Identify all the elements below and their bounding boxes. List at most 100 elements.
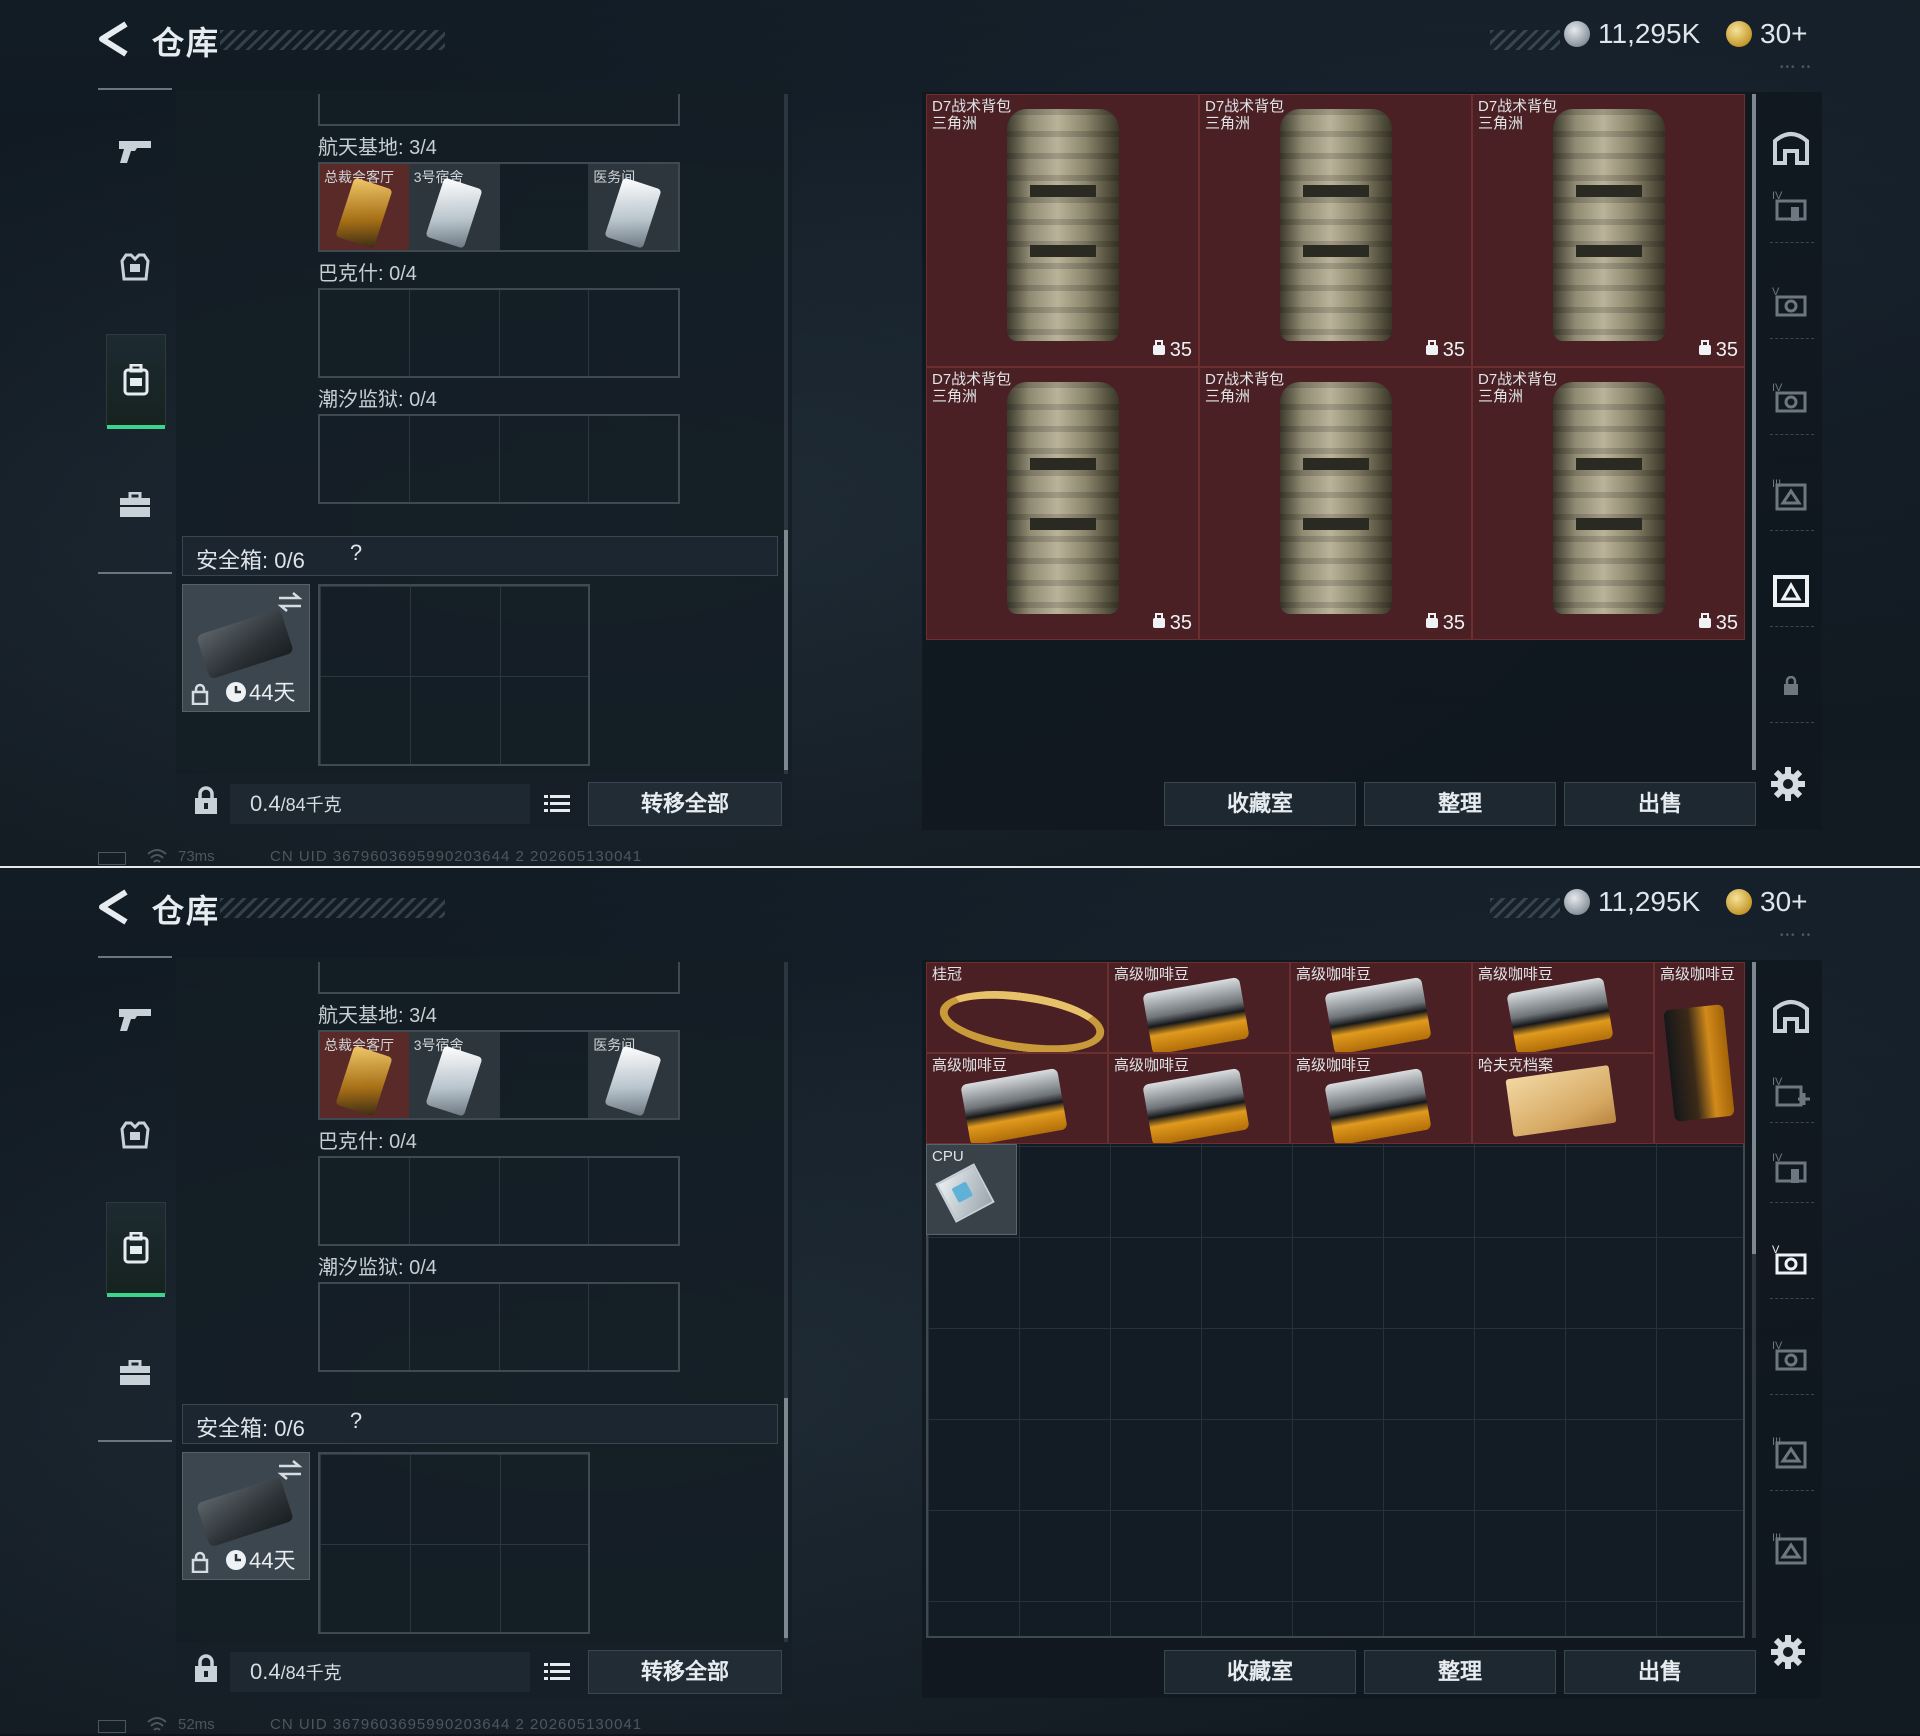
nav-backpack[interactable] [106, 1202, 166, 1297]
keycard-slot-empty[interactable] [500, 1032, 590, 1118]
safebox-grid[interactable] [318, 584, 590, 766]
keycard-slot[interactable]: 医务间 [589, 164, 678, 250]
stash-tab-2[interactable] [1762, 562, 1820, 618]
backpack-strap [1575, 458, 1642, 470]
stash-tab-2[interactable]: III [1762, 1520, 1820, 1576]
stash-scrollbar-thumb[interactable] [1752, 962, 1756, 1254]
list-view-button[interactable] [540, 1656, 574, 1688]
stash-tab-home[interactable] [1762, 986, 1820, 1042]
keycard-slot-empty[interactable] [500, 164, 590, 250]
stash-tab-home[interactable] [1762, 118, 1820, 174]
keycard-slot[interactable]: 医务间 [589, 1032, 678, 1118]
safebox-item[interactable]: 44天 [182, 584, 310, 712]
lock-icon[interactable] [192, 786, 220, 816]
stash-item-coffee[interactable]: 高级咖啡豆 [926, 1053, 1108, 1144]
sort-button[interactable]: 整理 [1364, 1650, 1556, 1694]
keycard-slot-empty[interactable] [500, 1158, 590, 1244]
item-name: D7战术背包 [1478, 371, 1558, 388]
back-arrow-icon[interactable] [96, 888, 130, 926]
sell-button[interactable]: 出售 [1564, 782, 1756, 826]
list-view-button[interactable] [540, 788, 574, 820]
keycard-slot[interactable]: 3号宿舍 [409, 1032, 500, 1118]
stash-item-coffee[interactable]: 高级咖啡豆 [1108, 962, 1290, 1053]
stash-item-crown[interactable]: 桂冠 [926, 962, 1108, 1053]
loadout-scrollbar-thumb[interactable] [784, 530, 788, 770]
stash-item-backpack[interactable]: D7战术背包 三角洲 35 [1472, 367, 1745, 640]
nav-containers[interactable] [106, 1328, 164, 1418]
sort-button[interactable]: 整理 [1364, 782, 1556, 826]
stash-tab-3[interactable]: III [1762, 466, 1820, 522]
keycard-slot-empty[interactable] [320, 416, 410, 502]
keycard-slot-empty[interactable] [500, 1284, 590, 1370]
item-capacity: 35 [1425, 339, 1465, 362]
keycard-slot-empty[interactable] [320, 1158, 410, 1244]
stash-scrollbar-thumb[interactable] [1752, 94, 1756, 770]
settings-gear-icon[interactable] [1770, 1634, 1806, 1670]
safebox-help-button[interactable]: ? [342, 540, 370, 568]
stash-tab-locked[interactable] [1762, 658, 1820, 714]
stash-item-backpack[interactable]: D7战术背包 三角洲 35 [1199, 94, 1472, 367]
nav-weapons[interactable] [106, 974, 164, 1064]
safebox-grid[interactable] [318, 1452, 590, 1634]
nav-backpack[interactable] [106, 334, 166, 429]
stash-item-coffee-tall[interactable]: 高级咖啡豆 [1654, 962, 1745, 1144]
collection-room-button[interactable]: 收藏室 [1164, 1650, 1356, 1694]
keycard-slot-empty[interactable] [410, 416, 500, 502]
lock-icon[interactable] [192, 1654, 220, 1684]
stash-tab-6[interactable]: IV [1762, 370, 1820, 426]
keycard-slot[interactable]: 总裁会客厅 [320, 164, 410, 250]
swap-icon[interactable] [277, 1459, 303, 1481]
stash-tab-3[interactable]: III [1762, 1424, 1820, 1480]
settings-gear-icon[interactable] [1770, 766, 1806, 802]
stash-item-file[interactable]: 哈夫克档案 [1472, 1053, 1654, 1144]
stash-item-backpack[interactable]: D7战术背包 三角洲 35 [1199, 367, 1472, 640]
keycard-slot-empty[interactable] [589, 1158, 678, 1244]
collection-room-button[interactable]: 收藏室 [1164, 782, 1356, 826]
nav-armor[interactable] [106, 222, 164, 312]
keycard-slot-empty[interactable] [589, 416, 678, 502]
stash-home-icon [1773, 132, 1809, 165]
keycard-slot-empty[interactable] [500, 290, 590, 376]
keycard-slot-empty[interactable] [320, 290, 410, 376]
keycard-slot-empty[interactable] [589, 290, 678, 376]
safebox-item[interactable]: 44天 [182, 1452, 310, 1580]
transfer-all-button[interactable]: 转移全部 [588, 782, 782, 826]
stash-item-coffee[interactable]: 高级咖啡豆 [1290, 1053, 1472, 1144]
keycard-slot-empty[interactable] [589, 1284, 678, 1370]
stash-tab-5[interactable]: V [1762, 1232, 1820, 1288]
stash-item-backpack[interactable]: D7战术背包 三角洲 35 [1472, 94, 1745, 367]
stash-item-coffee[interactable]: 高级咖啡豆 [1290, 962, 1472, 1053]
gold-keycard-icon [335, 1045, 393, 1117]
stash-tab-6[interactable]: IV [1762, 1328, 1820, 1384]
keycard-slot-empty[interactable] [410, 1158, 500, 1244]
keycard-slot[interactable]: 3号宿舍 [409, 164, 500, 250]
stash-item-cpu[interactable]: CPU [926, 1144, 1017, 1235]
nav-containers[interactable] [106, 460, 164, 550]
keycard-slot-empty[interactable] [500, 416, 590, 502]
stash-tab-5[interactable]: V [1762, 274, 1820, 330]
gold-coin-icon [1726, 889, 1752, 915]
item-name: 高级咖啡豆 [1114, 966, 1190, 983]
keycard-slot-empty[interactable] [410, 290, 500, 376]
back-arrow-icon[interactable] [96, 20, 130, 58]
swap-icon[interactable] [277, 591, 303, 613]
transfer-all-button[interactable]: 转移全部 [588, 1650, 782, 1694]
capacity-bag-icon [1152, 612, 1166, 635]
stash-tab-4[interactable]: IV [1762, 178, 1820, 234]
keycard-slot-empty[interactable] [320, 1284, 410, 1370]
safebox-help-button[interactable]: ? [342, 1408, 370, 1436]
stash-tab-add[interactable]: IV [1762, 1064, 1820, 1120]
stash-tab-4[interactable]: IV [1762, 1140, 1820, 1196]
nav-weapons[interactable] [106, 106, 164, 196]
stash-item-coffee[interactable]: 高级咖啡豆 [1108, 1053, 1290, 1144]
keycard-slot-empty[interactable] [410, 1284, 500, 1370]
stash-item-coffee[interactable]: 高级咖啡豆 [1472, 962, 1654, 1053]
stash-item-backpack[interactable]: D7战术背包 三角洲 35 [926, 94, 1199, 367]
nav-armor[interactable] [106, 1090, 164, 1180]
coffee-image-icon [1324, 1067, 1432, 1143]
section-label-tidal-prison: 潮汐监狱: 0/4 [318, 1257, 437, 1279]
stash-item-backpack[interactable]: D7战术背包 三角洲 35 [926, 367, 1199, 640]
keycard-slot[interactable]: 总裁会客厅 [320, 1032, 410, 1118]
loadout-scrollbar-thumb[interactable] [784, 1398, 788, 1638]
sell-button[interactable]: 出售 [1564, 1650, 1756, 1694]
